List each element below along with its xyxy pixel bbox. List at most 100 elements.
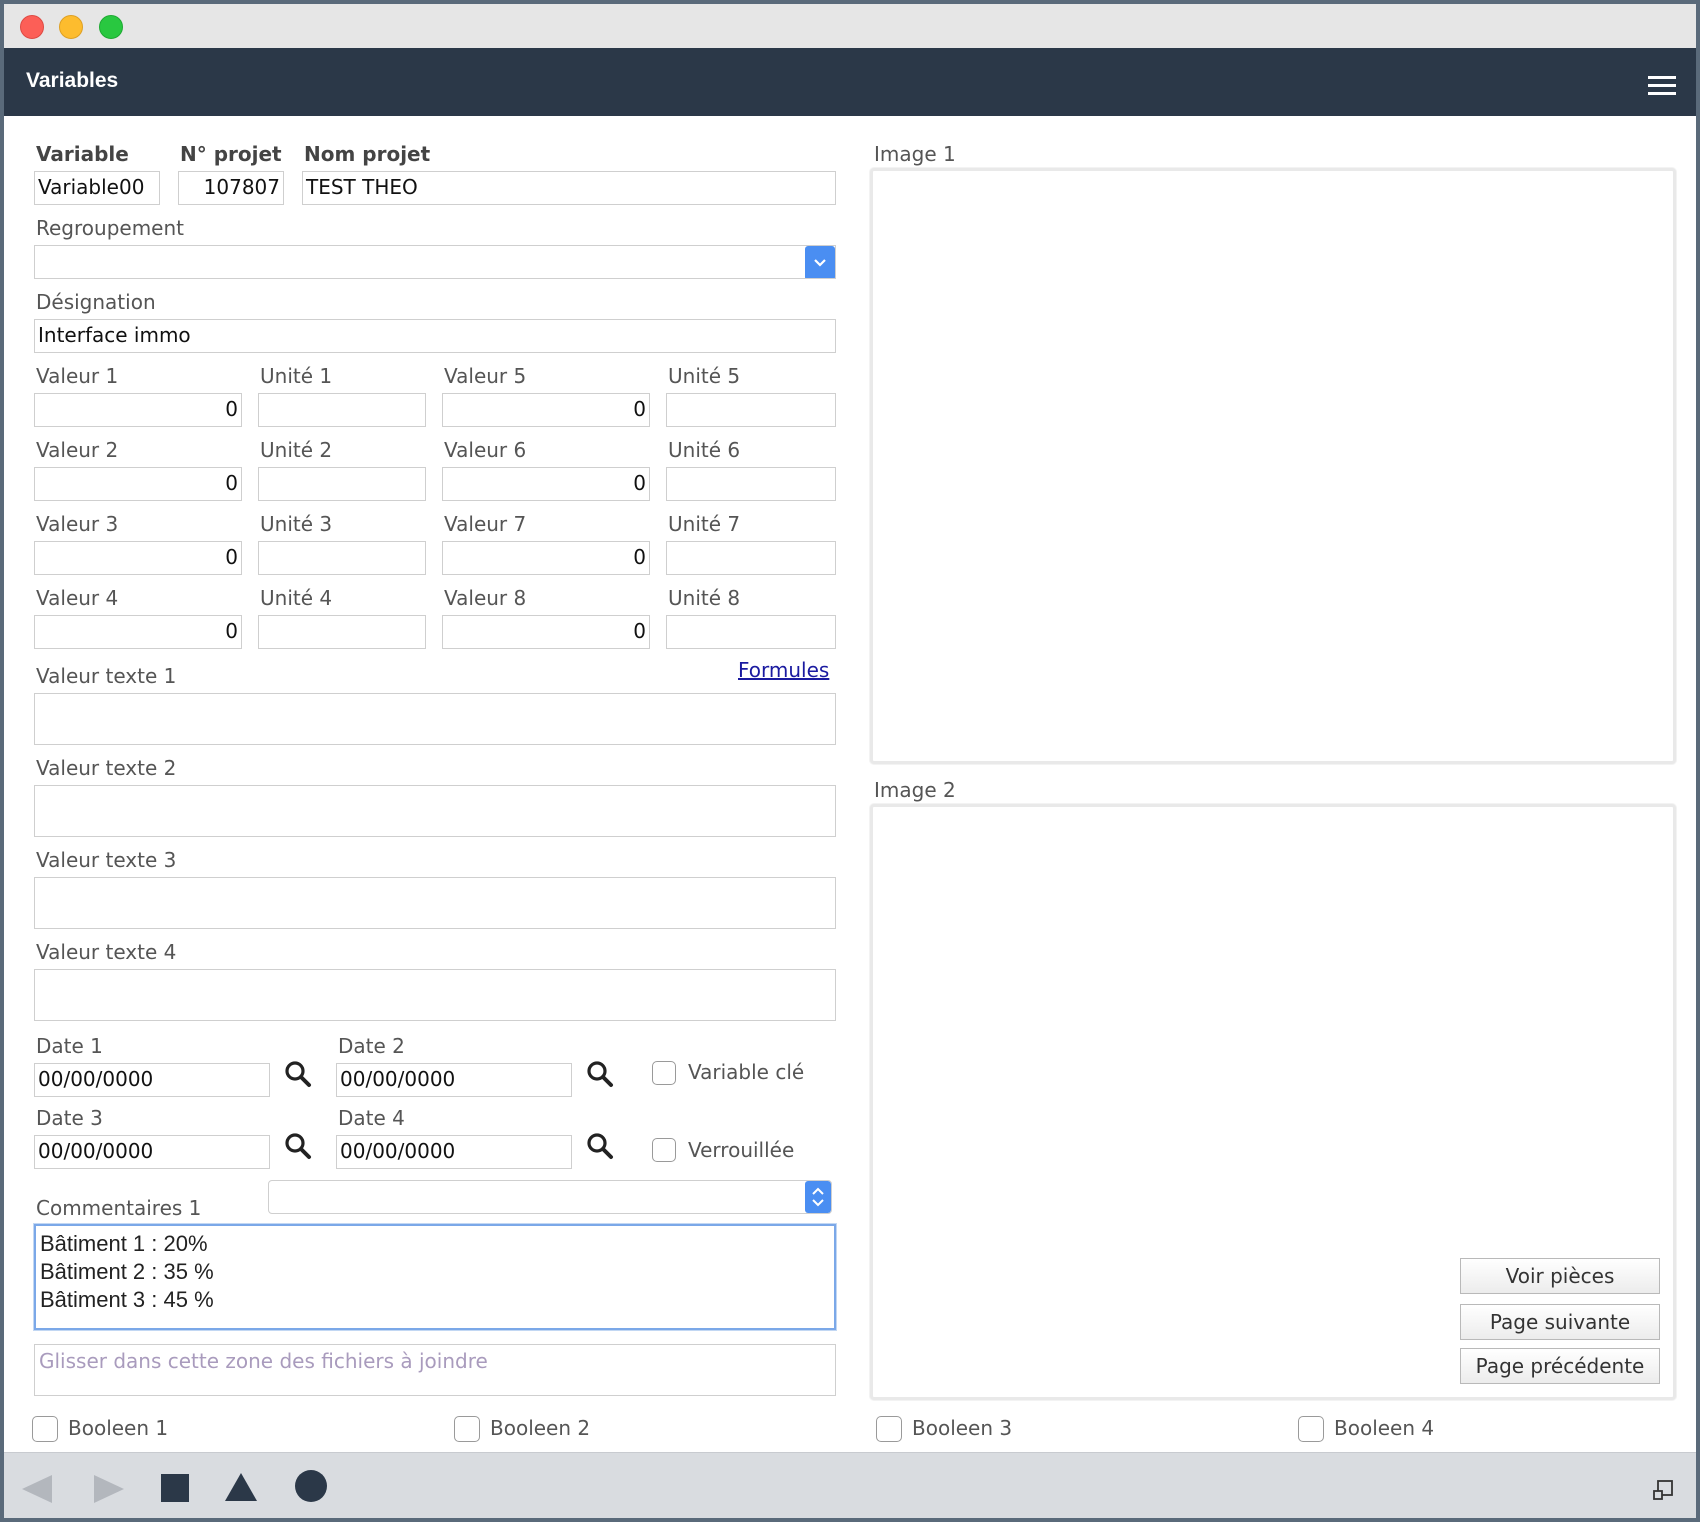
search-icon[interactable] — [586, 1060, 614, 1088]
unite-4-field[interactable] — [258, 615, 426, 649]
valeur-1-label: Valeur 1 — [36, 364, 119, 388]
valeur-texte-4-field[interactable] — [34, 969, 836, 1021]
valeur-2-label: Valeur 2 — [36, 438, 119, 462]
valeur-4-field[interactable]: 0 — [34, 615, 242, 649]
square-icon[interactable] — [160, 1473, 190, 1507]
booleen-1-label: Booleen 1 — [68, 1416, 169, 1440]
regroupement-select[interactable] — [34, 245, 836, 279]
valeur-1-field[interactable]: 0 — [34, 393, 242, 427]
resize-icon[interactable] — [1652, 1479, 1674, 1505]
variable-cle-checkbox[interactable] — [652, 1061, 676, 1085]
booleen-2-label: Booleen 2 — [490, 1416, 591, 1440]
search-icon[interactable] — [586, 1132, 614, 1160]
variable-label: Variable — [36, 142, 129, 166]
valeur-texte-2-field[interactable] — [34, 785, 836, 837]
projet-num-field[interactable]: 107807 — [178, 171, 284, 205]
booleen-3-label: Booleen 3 — [912, 1416, 1013, 1440]
triangle-icon[interactable] — [224, 1471, 258, 1507]
booleen-2-checkbox[interactable] — [454, 1416, 480, 1442]
valeur-texte-2-label: Valeur texte 2 — [36, 756, 177, 780]
regroupement-label: Regroupement — [36, 216, 184, 240]
unite-6-label: Unité 6 — [668, 438, 741, 462]
page-precedente-button[interactable]: Page précédente — [1460, 1348, 1660, 1384]
valeur-texte-1-label: Valeur texte 1 — [36, 664, 177, 688]
booleen-4-checkbox[interactable] — [1298, 1416, 1324, 1442]
date-2-field[interactable]: 00/00/0000 — [336, 1063, 572, 1097]
commentaire-line: Bâtiment 3 : 45 % — [40, 1287, 214, 1312]
unite-3-label: Unité 3 — [260, 512, 333, 536]
image-2-label: Image 2 — [874, 778, 956, 802]
dropzone-placeholder: Glisser dans cette zone des fichiers à j… — [39, 1349, 488, 1373]
valeur-7-field[interactable]: 0 — [442, 541, 650, 575]
unite-2-label: Unité 2 — [260, 438, 333, 462]
valeur-texte-4-label: Valeur texte 4 — [36, 940, 177, 964]
valeur-3-field[interactable]: 0 — [34, 541, 242, 575]
search-icon[interactable] — [284, 1132, 312, 1160]
commentaires-textarea[interactable]: Bâtiment 1 : 20% Bâtiment 2 : 35 % Bâtim… — [34, 1224, 836, 1330]
date-4-field[interactable]: 00/00/0000 — [336, 1135, 572, 1169]
date-3-field[interactable]: 00/00/0000 — [34, 1135, 270, 1169]
minimize-window-button[interactable] — [59, 15, 83, 39]
valeur-3-label: Valeur 3 — [36, 512, 119, 536]
unite-6-field[interactable] — [666, 467, 836, 501]
commentaires-label: Commentaires 1 — [36, 1196, 202, 1220]
date-1-label: Date 1 — [36, 1034, 103, 1058]
hamburger-menu-icon[interactable] — [1648, 76, 1676, 96]
app-window: Variables Variable N° projet Nom projet … — [4, 4, 1696, 1518]
circle-icon[interactable] — [294, 1469, 328, 1507]
valeur-texte-3-label: Valeur texte 3 — [36, 848, 177, 872]
formules-link[interactable]: Formules — [738, 658, 829, 682]
valeur-texte-3-field[interactable] — [34, 877, 836, 929]
unite-1-field[interactable] — [258, 393, 426, 427]
date-2-label: Date 2 — [338, 1034, 405, 1058]
valeur-8-field[interactable]: 0 — [442, 615, 650, 649]
file-dropzone[interactable]: Glisser dans cette zone des fichiers à j… — [34, 1344, 836, 1396]
unite-5-label: Unité 5 — [668, 364, 741, 388]
unite-7-field[interactable] — [666, 541, 836, 575]
unite-7-label: Unité 7 — [668, 512, 741, 536]
voir-pieces-button[interactable]: Voir pièces — [1460, 1258, 1660, 1294]
variable-cle-label: Variable clé — [688, 1060, 805, 1084]
close-window-button[interactable] — [20, 15, 44, 39]
valeur-8-label: Valeur 8 — [444, 586, 527, 610]
date-1-field[interactable]: 00/00/0000 — [34, 1063, 270, 1097]
designation-field[interactable]: Interface immo — [34, 319, 836, 353]
commentaire-line: Bâtiment 2 : 35 % — [40, 1259, 214, 1284]
select-stepper-icon[interactable] — [805, 1181, 831, 1213]
commentaires-select[interactable] — [268, 1180, 832, 1214]
unite-1-label: Unité 1 — [260, 364, 333, 388]
variable-field[interactable]: Variable00 — [34, 171, 160, 205]
page-suivante-button[interactable]: Page suivante — [1460, 1304, 1660, 1340]
unite-8-field[interactable] — [666, 615, 836, 649]
verrouillee-label: Verrouillée — [688, 1138, 795, 1162]
projet-nom-field[interactable]: TEST THEO — [302, 171, 836, 205]
valeur-6-field[interactable]: 0 — [442, 467, 650, 501]
title-bar — [4, 4, 1696, 49]
verrouillee-checkbox[interactable] — [652, 1138, 676, 1162]
booleen-1-checkbox[interactable] — [32, 1416, 58, 1442]
maximize-window-button[interactable] — [99, 15, 123, 39]
valeur-7-label: Valeur 7 — [444, 512, 527, 536]
back-arrow-icon[interactable] — [20, 1473, 54, 1509]
unite-3-field[interactable] — [258, 541, 426, 575]
valeur-5-field[interactable]: 0 — [442, 393, 650, 427]
booleen-4-label: Booleen 4 — [1334, 1416, 1435, 1440]
valeur-texte-1-field[interactable] — [34, 693, 836, 745]
bottom-toolbar — [4, 1452, 1696, 1518]
search-icon[interactable] — [284, 1060, 312, 1088]
designation-label: Désignation — [36, 290, 156, 314]
unite-5-field[interactable] — [666, 393, 836, 427]
date-4-label: Date 4 — [338, 1106, 405, 1130]
booleen-3-checkbox[interactable] — [876, 1416, 902, 1442]
forward-arrow-icon[interactable] — [92, 1473, 126, 1509]
header-bar: Variables — [4, 48, 1696, 116]
valeur-2-field[interactable]: 0 — [34, 467, 242, 501]
valeur-4-label: Valeur 4 — [36, 586, 119, 610]
date-3-label: Date 3 — [36, 1106, 103, 1130]
page-title: Variables — [26, 69, 119, 92]
valeur-5-label: Valeur 5 — [444, 364, 527, 388]
unite-2-field[interactable] — [258, 467, 426, 501]
image-1-box[interactable] — [870, 168, 1676, 764]
chevron-down-icon[interactable] — [805, 246, 835, 278]
unite-4-label: Unité 4 — [260, 586, 333, 610]
